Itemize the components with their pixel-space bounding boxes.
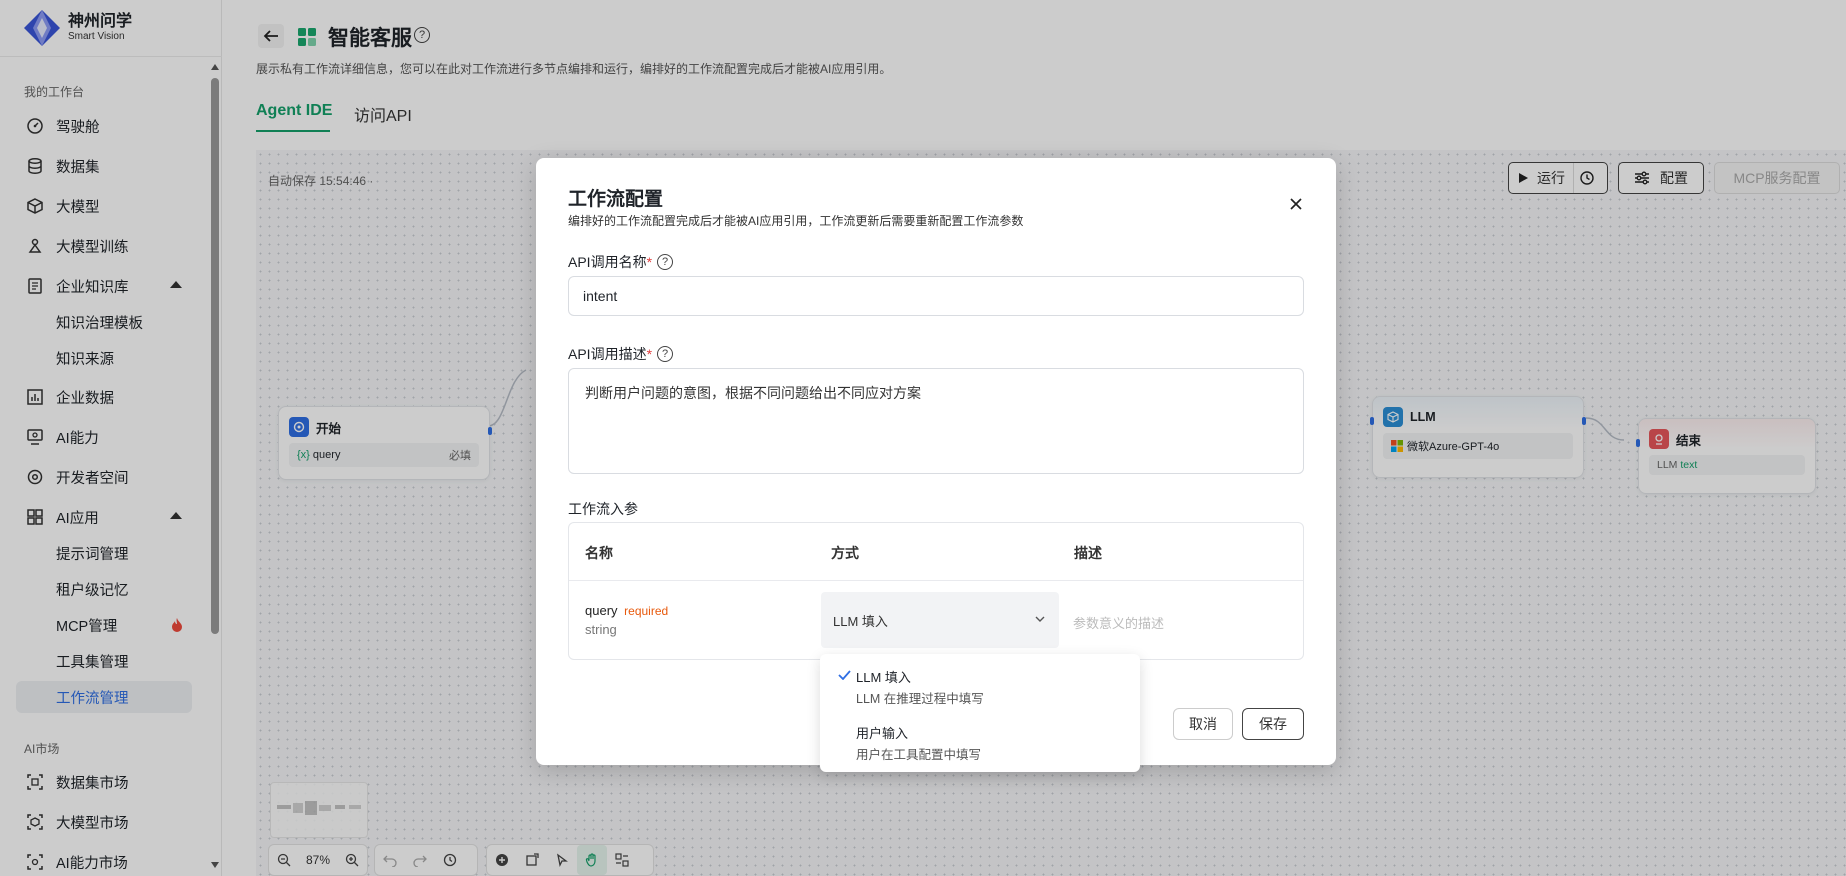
cancel-button[interactable]: 取消 bbox=[1173, 708, 1233, 740]
save-button[interactable]: 保存 bbox=[1242, 708, 1304, 740]
param-type: string bbox=[585, 622, 617, 637]
param-name-cell: query required string bbox=[585, 603, 668, 637]
param-mode-dropdown: LLM 填入 LLM 在推理过程中填写 用户输入 用户在工具配置中填写 bbox=[820, 654, 1140, 772]
api-desc-label: API调用描述 *? bbox=[568, 344, 674, 364]
dialog-subtitle: 编排好的工作流配置完成后才能被AI应用引用，工作流更新后需要重新配置工作流参数 bbox=[568, 214, 1024, 228]
dialog-title: 工作流配置 bbox=[568, 189, 664, 210]
option-desc: 用户在工具配置中填写 bbox=[856, 748, 982, 762]
param-required-badge: required bbox=[624, 604, 669, 618]
param-desc-input[interactable]: 参数意义的描述 bbox=[1073, 613, 1164, 632]
param-mode-value: LLM 填入 bbox=[833, 613, 888, 629]
params-section-label: 工作流入参 bbox=[568, 501, 638, 517]
api-desc-textarea[interactable]: 判断用户问题的意图，根据不同问题给出不同应对方案 bbox=[568, 368, 1304, 474]
column-header-mode: 方式 bbox=[831, 545, 859, 561]
api-name-input[interactable]: intent bbox=[568, 276, 1304, 316]
column-header-desc: 描述 bbox=[1074, 545, 1102, 561]
params-table: 名称 方式 描述 query required string LLM 填入 参数… bbox=[568, 522, 1304, 660]
header-divider bbox=[569, 580, 1303, 581]
help-icon[interactable]: ? bbox=[657, 254, 674, 270]
dropdown-option-user[interactable]: 用户输入 用户在工具配置中填写 bbox=[856, 723, 981, 763]
help-icon[interactable]: ? bbox=[657, 346, 674, 362]
required-mark: * bbox=[646, 254, 653, 270]
api-name-label: API调用名称 *? bbox=[568, 252, 674, 272]
check-icon bbox=[838, 670, 851, 680]
param-mode-select[interactable]: LLM 填入 bbox=[821, 592, 1059, 648]
option-title: 用户输入 bbox=[856, 726, 909, 741]
param-name: query bbox=[585, 603, 618, 618]
chevron-down-icon bbox=[1035, 616, 1045, 622]
option-title: LLM 填入 bbox=[856, 670, 911, 685]
close-icon[interactable] bbox=[1288, 196, 1304, 212]
required-mark: * bbox=[646, 346, 653, 362]
dropdown-option-llm[interactable]: LLM 填入 LLM 在推理过程中填写 bbox=[856, 667, 984, 707]
option-desc: LLM 在推理过程中填写 bbox=[856, 692, 984, 706]
column-header-name: 名称 bbox=[585, 545, 613, 561]
